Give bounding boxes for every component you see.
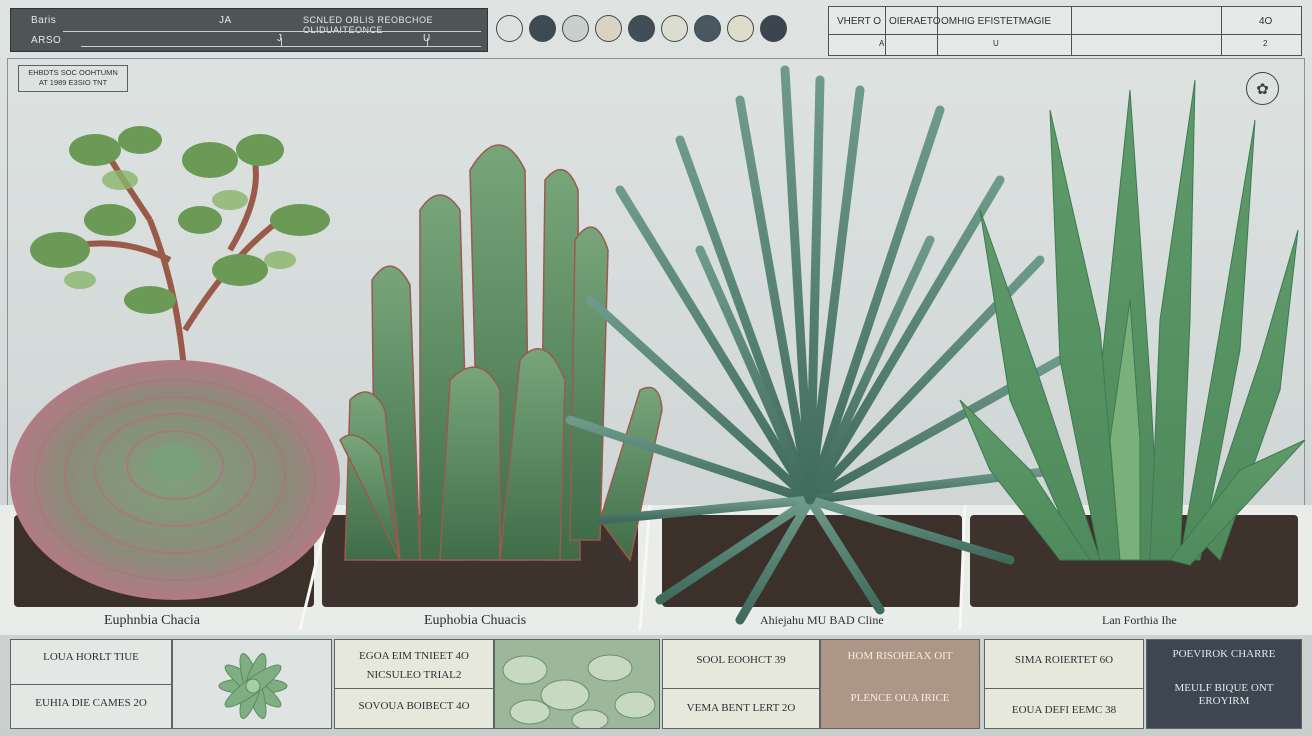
panel-text: SOOL EOOHCT 39 [696,654,786,666]
panel-text: VEMA BENT LERT 2O [686,702,796,714]
leaf-emblem-icon: ✿ [1246,72,1279,105]
header-data-table: VHERT O OIERAETO OMHIG EFISTETMAGIE 4O A… [828,6,1302,56]
panel-text: PLENCE OUA IRICE [850,692,950,704]
panel-text: LOUA HORLT TIUE [43,651,139,663]
succulent-thumbnail [172,639,332,729]
panel-text: NICSULEO TRIAL2 [366,669,462,681]
euphorbia-plant [339,144,663,562]
table-cell: 4O [1259,16,1273,27]
panel-text: EOUA DEFI EEMC 38 [1011,704,1117,716]
echeveria-rosette [10,360,340,600]
info-panel-1: LOUA HORLT TIUE EUHIA DIE CAMES 2O [10,639,172,729]
row1-label: Baris [31,15,57,26]
panel-text: HOM RISOHEAX OIT [847,650,953,662]
info-panel-6: HOM RISOHEAX OIT PLENCE OUA IRICE [820,639,980,729]
table-cell: VHERT O [837,16,882,27]
plant-label-2: Euphobia Chuacis [424,613,527,628]
panel-divider [11,684,171,685]
panel-divider [335,688,493,689]
aloe-plant [959,79,1306,566]
color-swatch [529,15,556,42]
note-line: EHBDTS SOC OOHTUMN [28,68,118,77]
table-cell: OIERAETO [889,16,941,27]
panel-text: SIMA ROIERTET 6O [1014,654,1114,666]
row2-label: ARSO [31,35,62,46]
plant-label-1: Euphnbia Chacia [104,613,201,628]
info-panel-5: SOOL EOOHCT 39 VEMA BENT LERT 2O [662,639,820,729]
panel-text: POEVIROK CHARRE [1172,648,1276,660]
row1-mid: JA [219,15,232,26]
panel-text: EGOA EIM TNIEET 4O [359,650,469,662]
legend-line [63,31,481,32]
table-cell: A [879,39,885,48]
panel-divider [663,688,819,689]
row1-right: SCNLED OBLIS REOBCHOE OLIDUAITEONCE [303,15,434,35]
color-swatch [727,15,754,42]
panel-text: SOVOUA BOIBECT 4O [358,700,470,712]
table-divider [937,7,938,55]
color-swatch [661,15,688,42]
plant-label-3: Ahiejahu MU BAD Cline [760,613,884,627]
table-cell: U [993,39,999,48]
color-swatch [760,15,787,42]
jade-plant [30,126,330,381]
info-panel-7: SIMA ROIERTET 6O EOUA DEFI EEMC 38 [984,639,1144,729]
table-divider [829,34,1301,35]
leaf-texture-thumbnail [494,639,660,731]
info-panel-3: EGOA EIM TNIEET 4O NICSULEO TRIAL2 SOVOU… [334,639,494,729]
leaf-texture-image [495,640,659,731]
panel-divider [985,688,1143,689]
info-note: EHBDTS SOC OOHTUMN AT 1989 E3SIO TNT [18,65,128,92]
table-cell: 2 [1263,39,1268,48]
panel-text: MEULF BIQUE ONT EROYIRM [1174,682,1274,707]
color-swatches [496,15,787,42]
panel-text: EUHIA DIE CAMES 2O [35,697,147,709]
note-line: AT 1989 E3SIO TNT [38,78,108,87]
color-swatch [496,15,523,42]
color-swatch [562,15,589,42]
color-swatch [628,15,655,42]
color-swatch [595,15,622,42]
color-swatch [694,15,721,42]
table-cell: OMHIG EFISTETMAGIE [941,16,1052,27]
table-divider [885,7,886,55]
legend-tick [281,38,282,47]
rosette-thumbnail-image [218,653,288,719]
legend-tick [427,38,428,47]
table-divider [1221,7,1222,55]
info-panel-8: POEVIROK CHARRE MEULF BIQUE ONT EROYIRM [1146,639,1302,729]
plant-label-4: Lan Forthia Ihe [1102,613,1177,627]
table-divider [1071,7,1072,55]
header-legend-bar: Baris JA SCNLED OBLIS REOBCHOE OLIDUAITE… [10,8,488,52]
